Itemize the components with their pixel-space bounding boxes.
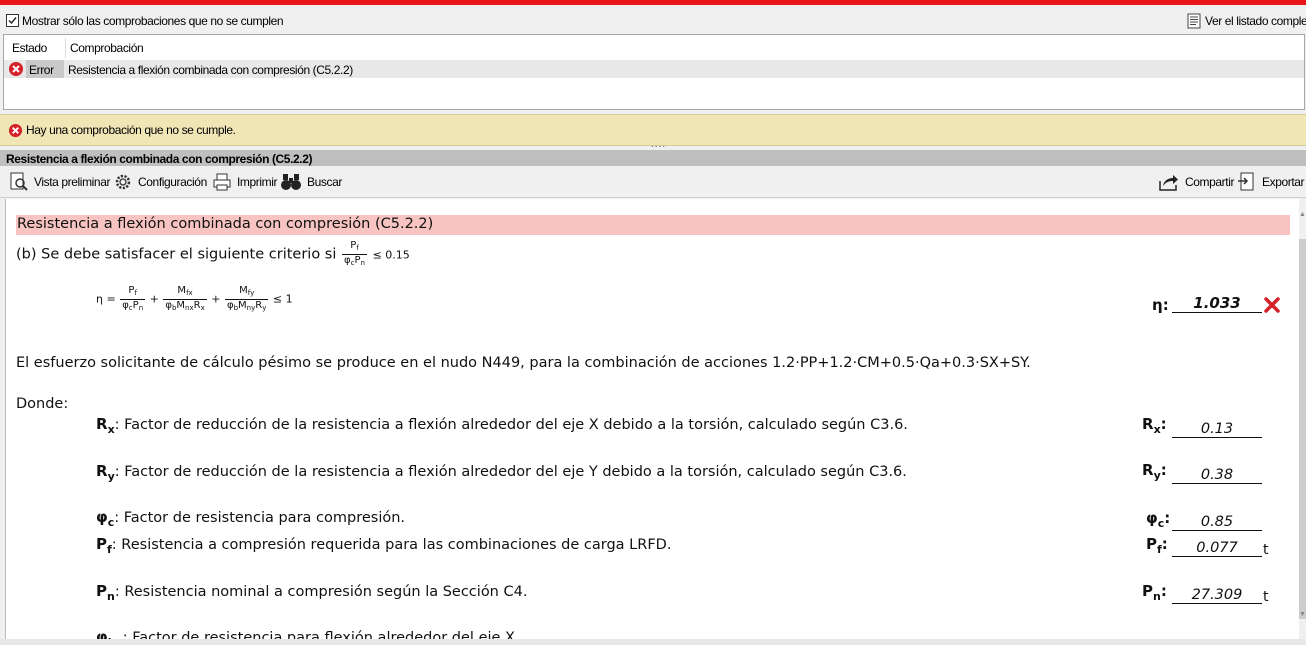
column-divider[interactable]: [65, 38, 66, 58]
scroll-down-arrow-icon[interactable]: ▼: [1299, 611, 1306, 618]
param-symbol-rx: Rx:: [1142, 415, 1167, 436]
param-symbol-phic: φc:: [1146, 509, 1171, 530]
splitter-handle[interactable]: ....: [651, 140, 666, 150]
error-icon: [9, 62, 23, 76]
preview-icon: [10, 172, 28, 191]
status-cell: Error: [26, 60, 64, 78]
preview-label: Vista preliminar: [34, 175, 111, 189]
criterion-fraction: Pf φcPn: [342, 240, 367, 267]
param-symbol-ry: Ry:: [1142, 461, 1167, 482]
param-desc: : Factor de reducción de la resistencia …: [114, 464, 907, 480]
column-header-comprobacion[interactable]: Comprobación: [70, 41, 144, 55]
export-icon: [1238, 172, 1254, 191]
only-failed-checkbox[interactable]: [6, 14, 19, 27]
param-desc: : Factor de reducción de la resistencia …: [114, 417, 908, 433]
param-value-rx: 0.13: [1172, 421, 1262, 438]
param-desc: : Resistencia nominal a compresión según…: [114, 584, 528, 600]
column-header-estado[interactable]: Estado: [12, 41, 47, 55]
print-button[interactable]: Imprimir: [212, 172, 278, 192]
param-value-pf: 0.077: [1172, 540, 1262, 557]
search-label: Buscar: [307, 175, 342, 189]
eta-symbol: η:: [1152, 296, 1169, 314]
param-desc: : Factor de resistencia para compresión.: [114, 510, 406, 526]
param-row-pn: Pn: Resistencia nominal a compresión seg…: [96, 582, 528, 603]
param-symbol-pn: Pn:: [1142, 582, 1167, 603]
section-title-bar: Resistencia a flexión combinada con comp…: [0, 150, 1306, 166]
scrollbar-thumb[interactable]: [1299, 239, 1306, 619]
report-content: Resistencia a flexión combinada con comp…: [5, 199, 1300, 639]
param-row-rx: Rx: Factor de reducción de la resistenci…: [96, 415, 908, 436]
configuration-button[interactable]: Configuración: [113, 172, 207, 192]
message-text: Hay una comprobación que no se cumple.: [26, 123, 236, 137]
preview-button[interactable]: Vista preliminar: [9, 172, 110, 192]
search-button[interactable]: Buscar: [280, 172, 342, 192]
param-row-ry: Ry: Factor de reducción de la resistenci…: [96, 462, 907, 483]
fail-cross-icon: [1264, 297, 1280, 313]
report-heading-text: Resistencia a flexión combinada con comp…: [17, 216, 434, 232]
check-name-cell: Resistencia a flexión combinada con comp…: [68, 63, 353, 77]
report-heading: Resistencia a flexión combinada con comp…: [16, 215, 1290, 235]
donde-label: Donde:: [16, 396, 69, 412]
filter-bar: Mostrar sólo las comprobaciones que no s…: [0, 5, 1306, 34]
eta-label: η: [1152, 296, 1163, 314]
configuration-label: Configuración: [138, 175, 207, 189]
view-full-list-button[interactable]: Ver el listado complet: [1187, 12, 1306, 30]
printer-icon: [213, 173, 231, 191]
param-symbol-pf: Pf:: [1146, 535, 1168, 556]
report-toolbar: Vista preliminar Configuración Imprimir …: [0, 166, 1306, 198]
scroll-up-arrow-icon[interactable]: ▲: [1299, 211, 1306, 218]
horizontal-scrollbar[interactable]: [0, 639, 1306, 645]
formula-limit: ≤ 1: [272, 292, 293, 306]
eta-value: 1.033: [1172, 294, 1262, 313]
param-row-phibx: φbx: Factor de resistencia para flexión …: [96, 628, 520, 639]
criterion-limit: ≤ 0.15: [372, 248, 410, 262]
export-label: Exportar: [1262, 175, 1305, 189]
param-row-pf: Pf: Resistencia a compresión requerida p…: [96, 535, 672, 556]
view-full-list-label: Ver el listado complet: [1205, 14, 1306, 28]
share-icon: [1159, 175, 1178, 191]
param-value-phic: 0.85: [1172, 514, 1262, 531]
vertical-scrollbar[interactable]: ▲ ▼: [1299, 199, 1306, 639]
status-text: Error: [29, 63, 54, 77]
section-title: Resistencia a flexión combinada con comp…: [6, 152, 313, 166]
param-value-ry: 0.38: [1172, 467, 1262, 484]
only-failed-label[interactable]: Mostrar sólo las comprobaciones que no s…: [22, 14, 284, 28]
list-document-icon: [1187, 13, 1201, 29]
table-header: Estado Comprobación: [4, 35, 1304, 59]
criterion-text: (b) Se debe satisfacer el siguiente crit…: [16, 246, 337, 263]
interaction-formula: η = Pf φcPn + Mfx φbMnxRx + Mfy φbMnyRy ≤ 1: [96, 285, 293, 312]
param-desc: : Factor de resistencia para flexión alr…: [122, 630, 520, 639]
criterion-line: (b) Se debe satisfacer el siguiente crit…: [16, 240, 410, 269]
share-label: Compartir: [1185, 175, 1235, 189]
worst-case-sentence: El esfuerzo solicitante de cálculo pésim…: [16, 355, 1031, 371]
param-desc: : Resistencia a compresión requerida par…: [111, 537, 672, 553]
share-button[interactable]: Compartir: [1158, 172, 1234, 192]
checks-table: Estado Comprobación Error Resistencia a …: [3, 34, 1305, 110]
print-label: Imprimir: [237, 175, 278, 189]
table-row[interactable]: Error Resistencia a flexión combinada co…: [4, 60, 1304, 78]
param-unit-pn: t: [1263, 589, 1269, 605]
gear-icon: [115, 174, 131, 190]
binoculars-icon: [281, 174, 301, 190]
export-button[interactable]: Exportar: [1237, 172, 1305, 192]
param-unit-pf: t: [1263, 542, 1269, 558]
error-icon: [8, 123, 23, 138]
param-row-phic: φc: Factor de resistencia para compresió…: [96, 508, 406, 529]
param-value-pn: 27.309: [1172, 587, 1262, 604]
